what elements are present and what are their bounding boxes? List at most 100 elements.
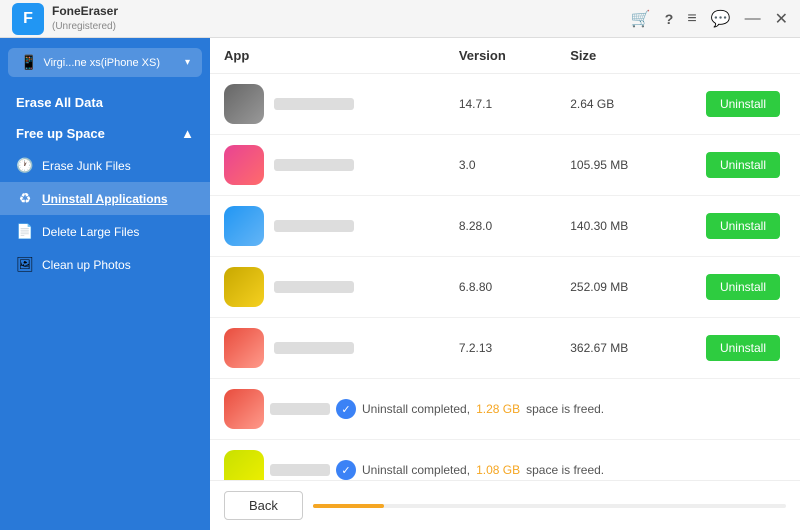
free-up-label: Free up Space: [16, 126, 105, 141]
app-name-block: FoneEraser (Unregistered): [52, 4, 118, 33]
progress-bar: [313, 504, 786, 508]
app-name-blurred: [270, 403, 330, 415]
app-cell: [210, 318, 445, 379]
content-footer: Back: [210, 480, 800, 530]
app-title: FoneEraser: [52, 4, 118, 20]
table-row: ✓ Uninstall completed, 1.28 GB space is …: [210, 379, 800, 440]
sidebar-clean-photos-label: Clean up Photos: [42, 258, 131, 272]
sidebar-item-delete-large[interactable]: 📄 Delete Large Files: [0, 215, 210, 248]
freed-size: 1.28 GB: [476, 402, 520, 416]
completed-cell: ✓ Uninstall completed, 1.08 GB space is …: [210, 440, 684, 481]
completed-text-post: space is freed.: [526, 463, 604, 477]
app-name-blurred: [274, 342, 354, 354]
app-name-blurred: [274, 98, 354, 110]
file-icon: 📄: [16, 223, 34, 240]
device-icon: 📱: [20, 54, 37, 71]
app-logo: F: [12, 3, 44, 35]
sidebar-item-uninstall-apps[interactable]: ♻ Uninstall Applications: [0, 182, 210, 215]
version-cell: 3.0: [445, 135, 556, 196]
uninstall-button[interactable]: Uninstall: [706, 213, 780, 239]
table-row: 8.28.0 140.30 MB Uninstall: [210, 196, 800, 257]
col-version: Version: [445, 38, 556, 74]
table-row: 3.0 105.95 MB Uninstall: [210, 135, 800, 196]
sidebar: 📱 Virgi...ne xs(iPhone XS) ▾ Erase All D…: [0, 38, 210, 530]
question-icon[interactable]: ?: [665, 11, 674, 27]
size-cell: 105.95 MB: [556, 135, 684, 196]
close-icon[interactable]: ✕: [775, 9, 788, 29]
size-cell: 252.09 MB: [556, 257, 684, 318]
action-cell: Uninstall: [684, 196, 800, 257]
empty-action: [684, 379, 800, 440]
uninstall-button[interactable]: Uninstall: [706, 91, 780, 117]
completed-text-post: space is freed.: [526, 402, 604, 416]
table-row: 14.7.1 2.64 GB Uninstall: [210, 74, 800, 135]
app-subtitle: (Unregistered): [52, 20, 118, 33]
completed-text-pre: Uninstall completed,: [362, 402, 470, 416]
app-icon: [224, 389, 264, 429]
col-action: [684, 38, 800, 74]
col-app: App: [210, 38, 445, 74]
col-size: Size: [556, 38, 684, 74]
back-button[interactable]: Back: [224, 491, 303, 520]
action-cell: Uninstall: [684, 135, 800, 196]
table-row: 6.8.80 252.09 MB Uninstall: [210, 257, 800, 318]
sidebar-uninstall-label: Uninstall Applications: [42, 192, 168, 206]
app-icon: [224, 145, 264, 185]
version-cell: 8.28.0: [445, 196, 556, 257]
app-table-container: App Version Size: [210, 38, 800, 480]
app-name-blurred: [274, 220, 354, 232]
titlebar: F FoneEraser (Unregistered) 🛒 ? ≡ 💬 — ✕: [0, 0, 800, 38]
app-cell: [210, 74, 445, 135]
chat-icon[interactable]: 💬: [711, 9, 731, 29]
uninstall-button[interactable]: Uninstall: [706, 335, 780, 361]
size-cell: 2.64 GB: [556, 74, 684, 135]
app-icon: [224, 206, 264, 246]
app-name-blurred: [274, 159, 354, 171]
action-cell: Uninstall: [684, 74, 800, 135]
cart-icon[interactable]: 🛒: [631, 9, 651, 29]
sidebar-free-up[interactable]: Free up Space ▲: [0, 118, 210, 149]
app-name-blurred: [270, 464, 330, 476]
uninstall-button[interactable]: Uninstall: [706, 274, 780, 300]
app-icon: [224, 84, 264, 124]
menu-icon[interactable]: ≡: [687, 10, 696, 28]
titlebar-icons: 🛒 ? ≡ 💬 — ✕: [631, 9, 788, 29]
size-cell: 362.67 MB: [556, 318, 684, 379]
version-cell: 14.7.1: [445, 74, 556, 135]
completed-text-pre: Uninstall completed,: [362, 463, 470, 477]
progress-fill: [313, 504, 384, 508]
sidebar-item-erase-junk[interactable]: 🕐 Erase Junk Files: [0, 149, 210, 182]
sidebar-item-clean-photos[interactable]: 🖼 Clean up Photos: [0, 248, 210, 281]
sidebar-erase-junk-label: Erase Junk Files: [42, 159, 131, 173]
table-row: ✓ Uninstall completed, 1.08 GB space is …: [210, 440, 800, 481]
uninstall-button[interactable]: Uninstall: [706, 152, 780, 178]
freed-size: 1.08 GB: [476, 463, 520, 477]
minimize-icon[interactable]: —: [745, 10, 761, 28]
app-icon: [224, 267, 264, 307]
size-cell: 140.30 MB: [556, 196, 684, 257]
version-cell: 6.8.80: [445, 257, 556, 318]
device-name: Virgi...ne xs(iPhone XS): [43, 57, 185, 69]
main-container: 📱 Virgi...ne xs(iPhone XS) ▾ Erase All D…: [0, 38, 800, 530]
table-row: 7.2.13 362.67 MB Uninstall: [210, 318, 800, 379]
table-header: App Version Size: [210, 38, 800, 74]
photo-icon: 🖼: [16, 256, 34, 273]
action-cell: Uninstall: [684, 257, 800, 318]
device-selector[interactable]: 📱 Virgi...ne xs(iPhone XS) ▾: [8, 48, 202, 77]
app-table: App Version Size: [210, 38, 800, 480]
chevron-down-icon: ▾: [185, 57, 190, 68]
sidebar-delete-large-label: Delete Large Files: [42, 225, 139, 239]
app-icon: [224, 328, 264, 368]
app-icon: [224, 450, 264, 480]
check-icon: ✓: [336, 460, 356, 480]
version-cell: 7.2.13: [445, 318, 556, 379]
app-cell: [210, 257, 445, 318]
empty-action: [684, 440, 800, 481]
sidebar-erase-all[interactable]: Erase All Data: [0, 87, 210, 118]
collapse-icon: ▲: [181, 126, 194, 141]
content-area: App Version Size: [210, 38, 800, 530]
completed-cell: ✓ Uninstall completed, 1.28 GB space is …: [210, 379, 684, 440]
app-cell: [210, 135, 445, 196]
clock-icon: 🕐: [16, 157, 34, 174]
check-icon: ✓: [336, 399, 356, 419]
